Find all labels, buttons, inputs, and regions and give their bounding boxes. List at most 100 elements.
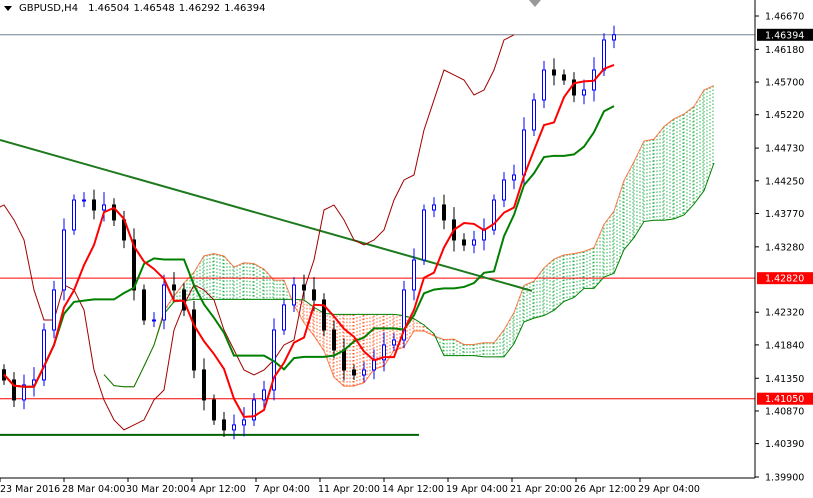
current-price-label: 1.46394 [765, 30, 804, 41]
price-tick-label: 1.40870 [765, 406, 804, 417]
ohlc-open: 1.46504 [88, 3, 130, 14]
candle [512, 164, 516, 190]
candle [192, 300, 196, 379]
ohlc-high: 1.46548 [133, 3, 175, 14]
time-tick-label: 30 Mar 20:00 [126, 484, 189, 495]
candle-body [82, 199, 86, 202]
candle [32, 367, 36, 397]
candle-body [102, 204, 106, 211]
candle [22, 374, 26, 410]
candle-body [442, 204, 446, 221]
price-tick-label: 1.44250 [765, 176, 804, 187]
candle-body [562, 74, 566, 81]
candle [222, 412, 226, 437]
candle [132, 228, 136, 301]
dropdown-arrow-icon[interactable] [4, 6, 12, 11]
candle [12, 372, 16, 408]
candle-body [72, 199, 76, 231]
time-tick-label: 11 Apr 20:00 [318, 484, 380, 495]
time-tick-label: 19 Apr 04:00 [446, 484, 508, 495]
candle-body [202, 369, 206, 401]
candle-body [152, 319, 156, 322]
candle [82, 192, 86, 208]
time-tick-label: 14 Apr 12:00 [382, 484, 444, 495]
price-tick-label: 1.46670 [765, 12, 804, 23]
candle [272, 318, 276, 401]
candle-body [482, 229, 486, 241]
price-tick-label: 1.45700 [765, 78, 804, 89]
time-tick-label: 21 Apr 20:00 [510, 484, 572, 495]
candle [112, 198, 116, 226]
candle-body [422, 209, 426, 261]
candle [252, 393, 256, 426]
price-tick-label: 1.43280 [765, 242, 804, 253]
candle [582, 79, 586, 105]
candle [282, 299, 286, 335]
candle-body [532, 99, 536, 131]
ohlc-low: 1.46292 [178, 3, 221, 14]
candle [542, 60, 546, 109]
chart-header: GBPUSD,H4 1.46504 1.46548 1.46292 1.4639… [4, 3, 266, 14]
candle-body [292, 284, 296, 306]
candle [322, 293, 326, 336]
candle-body [362, 369, 366, 376]
candle-body [172, 284, 176, 291]
candle [62, 218, 66, 301]
candle-body [212, 399, 216, 421]
candle-body [372, 359, 376, 371]
candle [52, 280, 56, 339]
symbol-label: GBPUSD,H4 [19, 3, 79, 14]
candle [562, 69, 566, 85]
level-price-label: 1.42820 [765, 274, 804, 285]
candle-body [312, 289, 316, 301]
candle [432, 197, 436, 218]
price-tick-label: 1.45220 [765, 110, 804, 121]
time-tick-label: 7 Apr 04:00 [254, 484, 310, 495]
candle [92, 189, 96, 220]
candle-body [262, 389, 266, 401]
candle [152, 312, 156, 328]
chikou-span-line [0, 34, 515, 431]
candle-body [412, 259, 416, 291]
candle-body [552, 69, 556, 76]
candle-body [242, 419, 246, 426]
candle-body [232, 424, 236, 431]
price-tick-label: 1.40390 [765, 439, 804, 450]
price-tick-label: 1.39900 [765, 473, 804, 484]
time-tick-label: 28 Mar 04:00 [62, 484, 125, 495]
candle [442, 194, 446, 230]
candle-body [542, 69, 546, 101]
candle [202, 358, 206, 411]
candle-body [472, 239, 476, 246]
candle-body [392, 339, 396, 346]
candle-body [62, 229, 66, 291]
candle [42, 323, 46, 386]
candle [572, 72, 576, 103]
price-chart[interactable]: 1.46670 1.46180 1.45700 1.45220 1.44730 1.442… [0, 0, 813, 498]
candle-body [342, 349, 346, 371]
candle-body [92, 199, 96, 211]
candle [532, 93, 536, 136]
price-tick-label: 1.42320 [765, 308, 804, 319]
candles [2, 25, 616, 440]
candle [72, 194, 76, 235]
candle-body [12, 379, 16, 401]
candle-body [522, 129, 526, 176]
candle-body [222, 419, 226, 431]
candle [372, 349, 376, 380]
time-tick-label: 23 Mar 2016 [0, 484, 60, 495]
tenkan-sen-line [3, 64, 615, 418]
candle [142, 284, 146, 325]
trend-line [0, 138, 533, 292]
price-tick-label: 1.43770 [765, 209, 804, 220]
candle [242, 407, 246, 437]
candle [502, 172, 506, 208]
price-tick-label: 1.46180 [765, 45, 804, 56]
candle [612, 25, 616, 49]
candle [402, 280, 406, 349]
candle-body [582, 89, 586, 96]
candle-body [282, 304, 286, 331]
candle [482, 218, 486, 251]
time-tick-label: 29 Apr 04:00 [638, 484, 700, 495]
candle-body [192, 309, 196, 371]
